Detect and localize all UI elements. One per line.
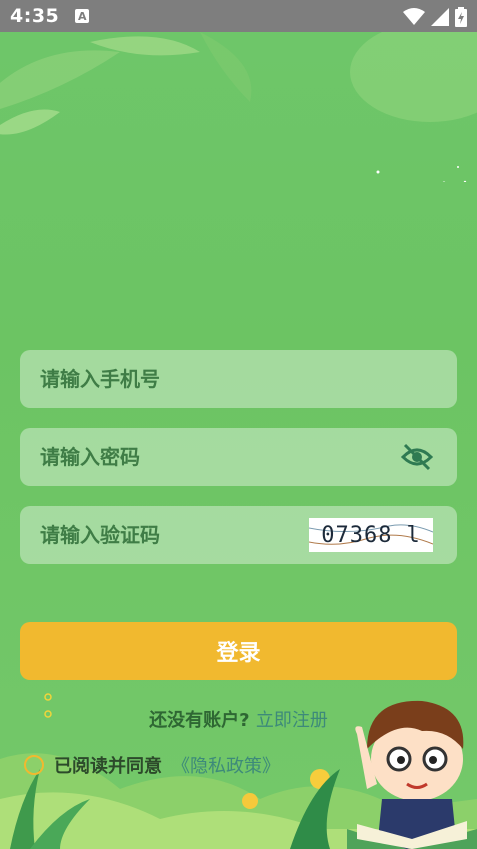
register-prompt: 还没有账户? bbox=[149, 710, 256, 731]
eye-off-icon[interactable] bbox=[401, 443, 433, 471]
password-field[interactable] bbox=[20, 428, 457, 486]
login-button[interactable]: 登录 bbox=[20, 622, 457, 680]
status-icons bbox=[403, 7, 467, 27]
phone-input[interactable] bbox=[40, 367, 300, 391]
status-time: 4:35 bbox=[10, 5, 60, 27]
app-notification-icon: A bbox=[75, 9, 90, 23]
privacy-policy-link[interactable]: 《隐私政策》 bbox=[172, 752, 280, 778]
captcha-text: 07368 bbox=[321, 522, 393, 548]
wifi-icon bbox=[403, 8, 425, 25]
signal-icon bbox=[431, 8, 449, 26]
agreement-text: 已阅读并同意 bbox=[54, 756, 162, 777]
register-row: 还没有账户? 立即注册 bbox=[0, 706, 477, 732]
register-link[interactable]: 立即注册 bbox=[256, 710, 328, 731]
password-input[interactable] bbox=[40, 445, 300, 469]
agreement-row: 已阅读并同意 《隐私政策》 bbox=[24, 752, 280, 778]
status-bar: 4:35 A bbox=[0, 0, 477, 32]
battery-icon bbox=[455, 7, 467, 27]
captcha-image[interactable]: 07368 l bbox=[309, 518, 433, 552]
captcha-trailing-mark: l bbox=[406, 522, 421, 548]
verification-code-input[interactable] bbox=[40, 523, 300, 547]
verification-code-field[interactable]: 07368 l bbox=[20, 506, 457, 564]
agreement-checkbox[interactable] bbox=[24, 755, 44, 775]
top-leaves-decoration bbox=[0, 32, 477, 182]
phone-field[interactable] bbox=[20, 350, 457, 408]
